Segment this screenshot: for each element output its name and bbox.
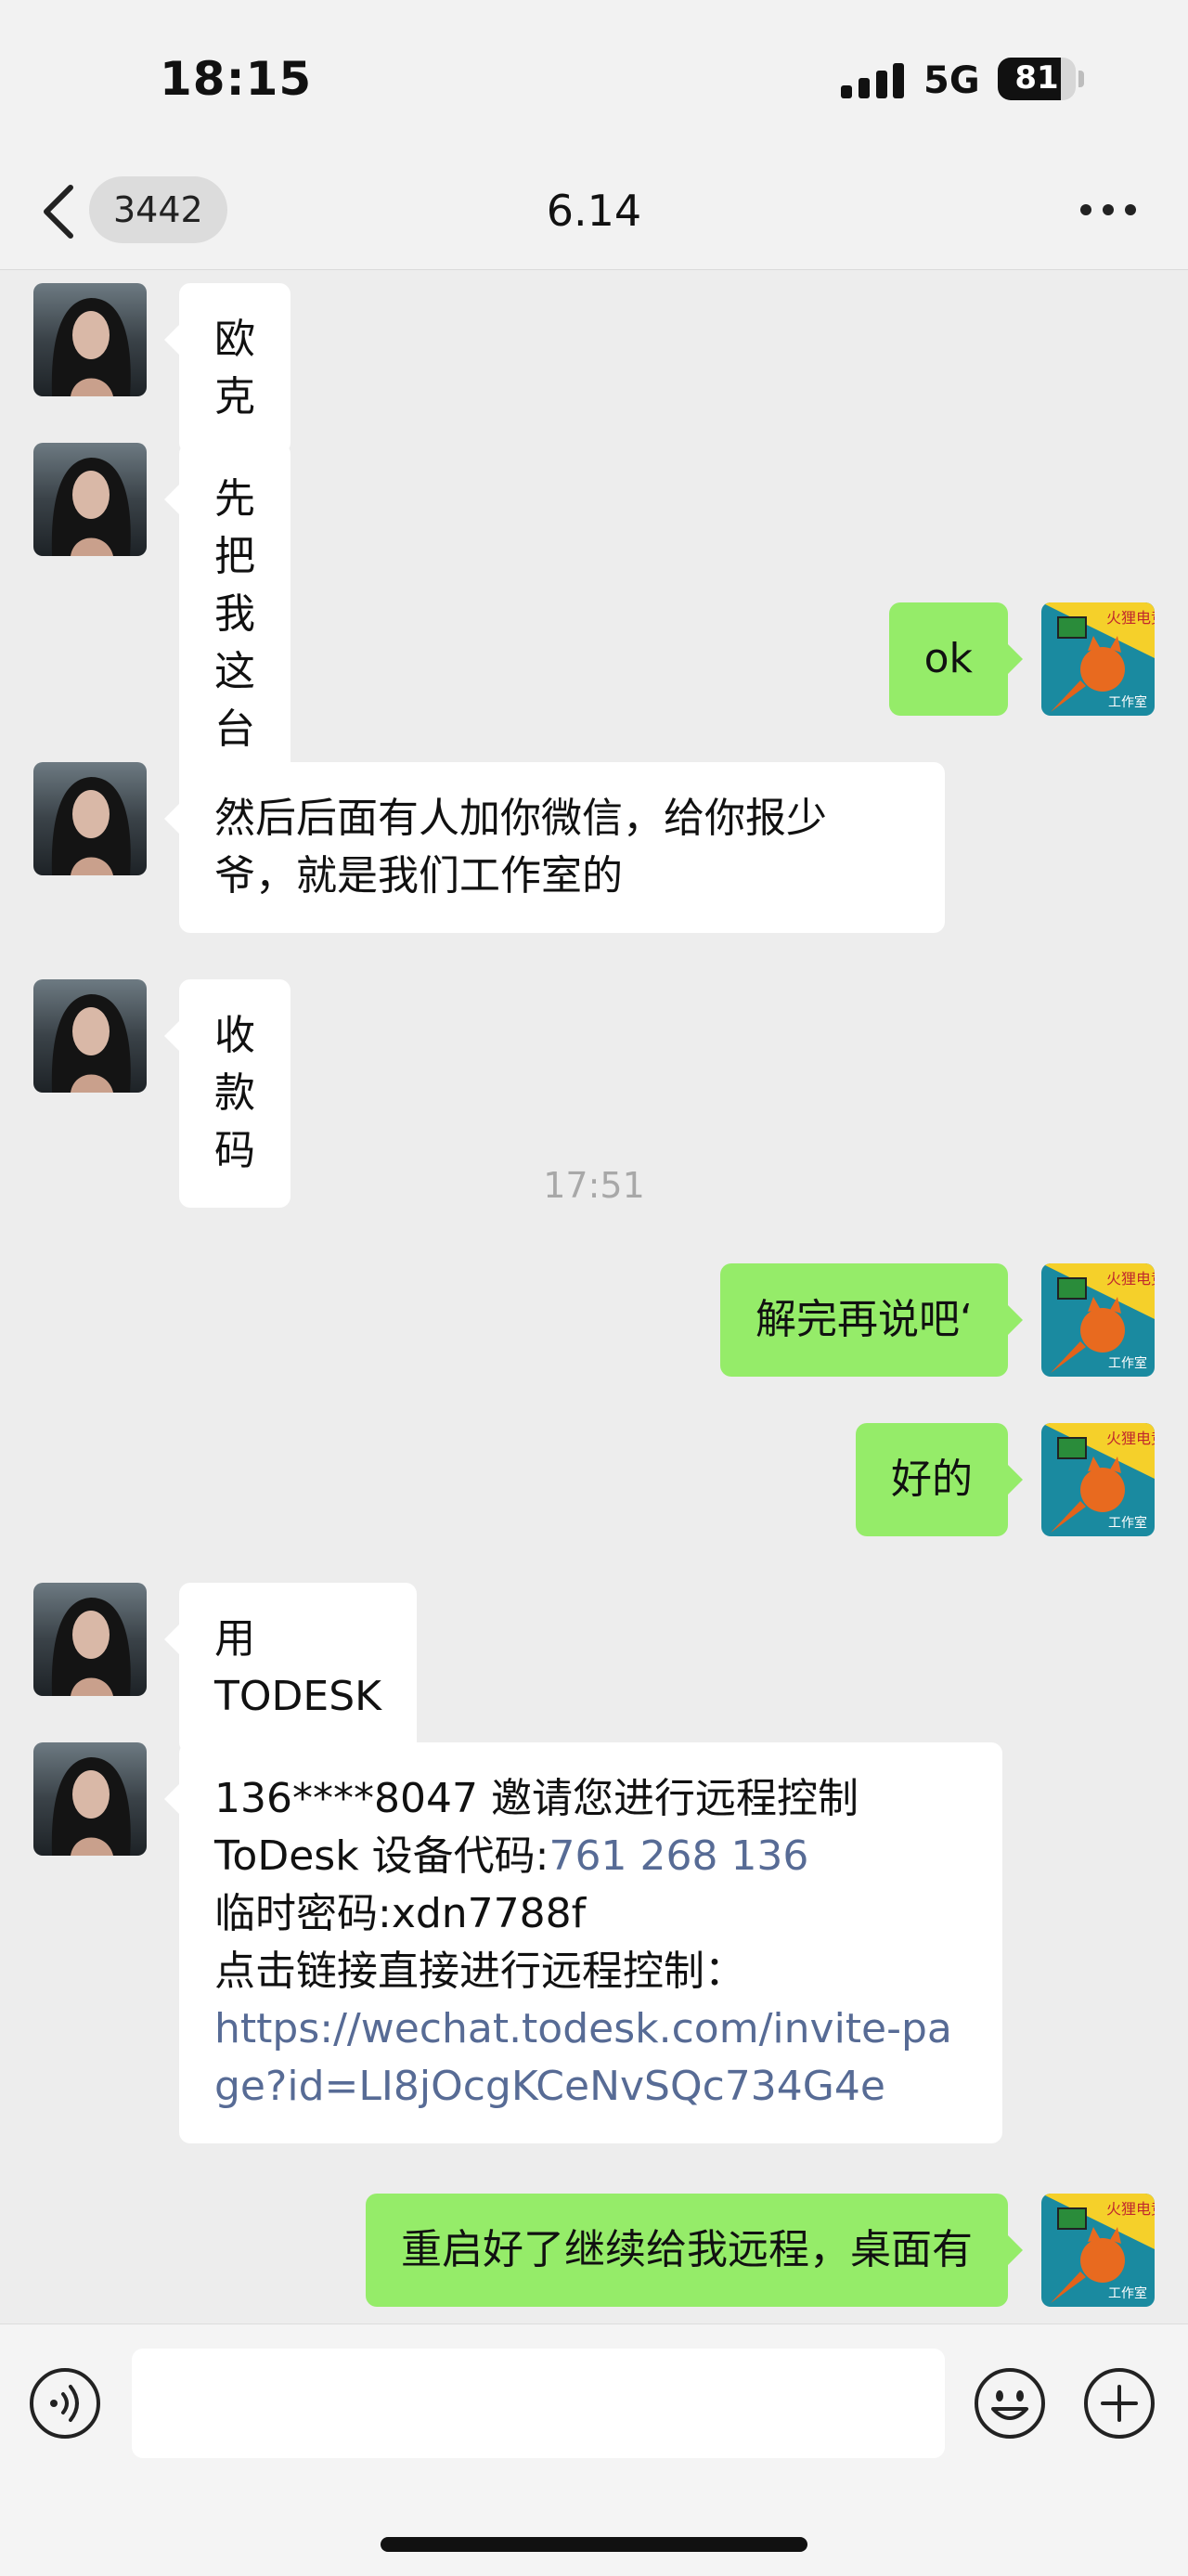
my-avatar[interactable]: 火狸电竞工作室 <box>1041 1423 1155 1536</box>
contact-avatar[interactable] <box>33 762 147 875</box>
more-dots-icon[interactable] <box>1080 204 1136 217</box>
plus-icon[interactable] <box>1082 2366 1156 2440</box>
my-avatar[interactable]: 火狸电竞工作室 <box>1041 602 1155 716</box>
my-avatar[interactable]: 火狸电竞工作室 <box>1041 1263 1155 1377</box>
todesk-invite-bubble[interactable]: 136****8047 邀请您进行远程控制 ToDesk 设备代码:761 26… <box>164 1742 1002 2143</box>
svg-text:火狸电竞: 火狸电竞 <box>1106 1270 1155 1288</box>
signal-icon <box>841 63 904 98</box>
status-time: 18:15 <box>160 52 313 106</box>
battery-tip <box>1078 71 1084 87</box>
invite-line: 136****8047 邀请您进行远程控制 <box>214 1775 859 1822</box>
svg-text:工作室: 工作室 <box>1108 694 1147 710</box>
message-input[interactable] <box>132 2349 945 2458</box>
svg-text:工作室: 工作室 <box>1108 1355 1147 1371</box>
device-code-link[interactable]: 761 268 136 <box>549 1832 809 1880</box>
svg-text:火狸电竞: 火狸电竞 <box>1106 609 1155 627</box>
message-bubble[interactable]: ok <box>888 602 1024 716</box>
contact-avatar[interactable] <box>33 283 147 396</box>
invite-code-label: ToDesk 设备代码: <box>214 1832 549 1880</box>
contact-avatar[interactable] <box>33 443 147 556</box>
contact-avatar[interactable] <box>33 1742 147 1856</box>
battery-percent: 81 <box>1014 59 1059 97</box>
back-chevron-icon[interactable] <box>39 182 76 241</box>
invite-link-label: 点击链接直接进行远程控制： <box>214 1948 745 1995</box>
my-avatar[interactable]: 火狸电竞工作室 <box>1041 2194 1155 2307</box>
emoji-icon[interactable] <box>973 2366 1047 2440</box>
message-bubble[interactable]: 欧克 <box>164 283 291 454</box>
invite-password: 临时密码:xdn7788f <box>214 1890 587 1937</box>
message-bubble[interactable]: 用 TODESK <box>164 1583 417 1754</box>
message-timestamp: 17:51 <box>543 1165 645 1206</box>
message-bubble[interactable]: 重启好了继续给我远程，桌面有 <box>366 2194 1023 2307</box>
invite-url-line[interactable]: https://wechat.todesk.com/invite-pa <box>214 2000 967 2058</box>
contact-avatar[interactable] <box>33 1583 147 1696</box>
message-bubble[interactable]: 解完再说吧‘ <box>720 1263 1023 1377</box>
chat-title: 6.14 <box>546 186 642 236</box>
network-type: 5G <box>923 59 980 102</box>
voice-icon[interactable] <box>28 2366 102 2440</box>
contact-avatar[interactable] <box>33 979 147 1093</box>
invite-code-line: ToDesk 设备代码:761 268 136 <box>214 1828 967 1885</box>
chat-header: 3442 6.14 <box>0 158 1188 270</box>
message-line: 爷，就是我们工作室的 <box>214 852 623 900</box>
svg-text:火狸电竞: 火狸电竞 <box>1106 1430 1155 1447</box>
message-bubble[interactable]: 然后后面有人加你微信，给你报少 爷，就是我们工作室的 <box>164 762 945 933</box>
svg-text:火狸电竞: 火狸电竞 <box>1106 2200 1155 2218</box>
message-list[interactable]: 欧克 先把我这台结了 ok 火狸电竞工作室 然后后面有人加你微信，给你报少 爷，… <box>0 270 1188 2322</box>
svg-text:工作室: 工作室 <box>1108 2285 1147 2301</box>
message-line: 然后后面有人加你微信，给你报少 <box>214 795 827 842</box>
battery-icon: 81 <box>998 58 1076 100</box>
unread-count-badge[interactable]: 3442 <box>89 176 227 243</box>
invite-url-line[interactable]: ge?id=LI8jOcgKCeNvSQc734G4e <box>214 2058 967 2116</box>
home-indicator <box>381 2537 807 2552</box>
status-bar: 18:15 5G 81 <box>0 0 1188 158</box>
svg-text:工作室: 工作室 <box>1108 1515 1147 1531</box>
message-bubble[interactable]: 好的 <box>856 1423 1023 1536</box>
